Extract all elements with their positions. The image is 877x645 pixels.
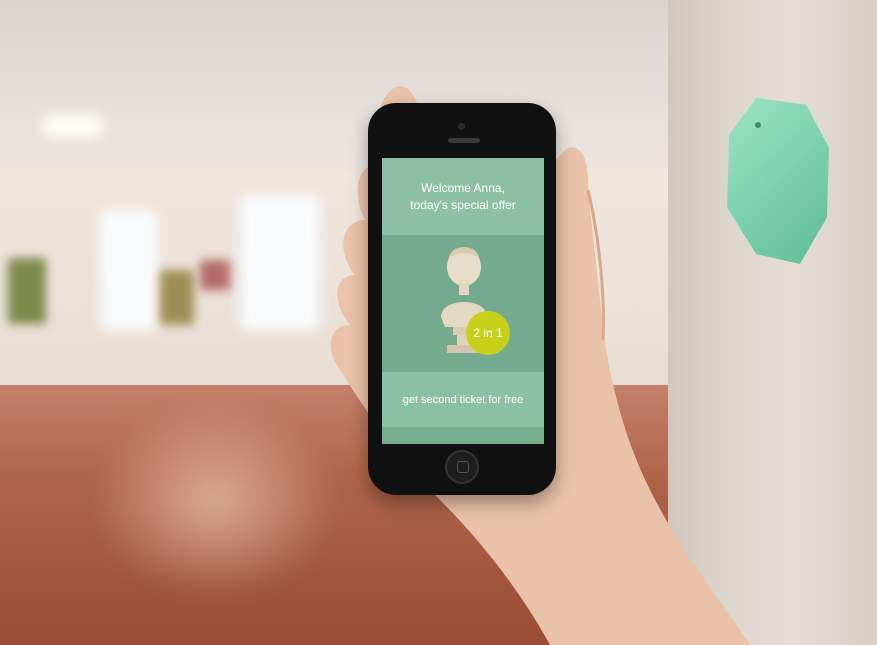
offer-line: today's special offer xyxy=(410,197,516,212)
gallery-window xyxy=(240,195,320,330)
offer-image-area: 2 in 1 xyxy=(382,235,544,372)
painting xyxy=(8,258,46,324)
welcome-line: Welcome Anna, xyxy=(421,180,505,195)
painting xyxy=(160,270,194,325)
painting xyxy=(200,260,230,290)
welcome-header: Welcome Anna, today's special offer xyxy=(382,158,544,235)
front-camera-icon xyxy=(458,123,465,130)
gallery-window xyxy=(100,210,158,330)
ceiling-light xyxy=(42,115,104,137)
earpiece-speaker xyxy=(448,138,480,143)
gallery-scene: Welcome Anna, today's special offer 2 in… xyxy=(0,0,877,645)
screen-bottom-strip xyxy=(382,427,544,444)
offer-badge[interactable]: 2 in 1 xyxy=(466,311,510,355)
offer-text[interactable]: get second ticket for free xyxy=(382,372,544,427)
home-button[interactable] xyxy=(445,450,479,484)
beacon-hole xyxy=(755,122,761,128)
floor-reflection xyxy=(90,400,340,600)
phone-screen: Welcome Anna, today's special offer 2 in… xyxy=(382,158,544,444)
